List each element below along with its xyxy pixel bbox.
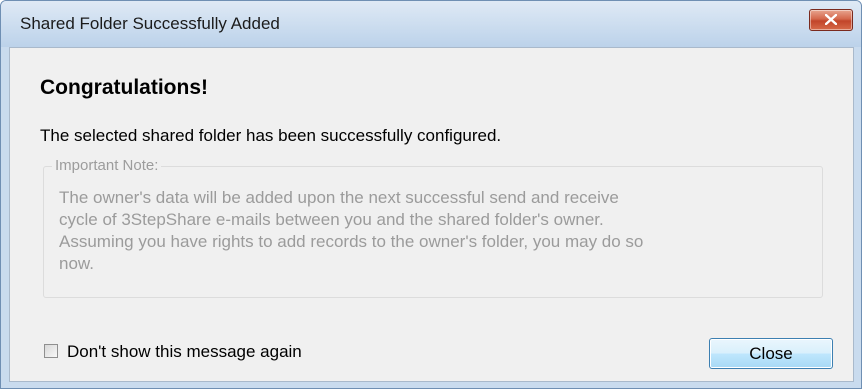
window-close-button[interactable] (809, 9, 853, 31)
note-line: cycle of 3StepShare e-mails between you … (59, 210, 604, 229)
important-note-text: The owner's data will be added upon the … (59, 187, 814, 275)
dont-show-again-label[interactable]: Don't show this message again (67, 342, 302, 362)
important-note-group: Important Note: The owner's data will be… (43, 157, 823, 298)
close-x-icon (825, 14, 837, 25)
dialog-heading: Congratulations! (40, 76, 208, 99)
dialog-content: Congratulations! The selected shared fol… (9, 47, 854, 382)
close-button[interactable]: Close (709, 338, 833, 369)
title-bar[interactable]: Shared Folder Successfully Added (1, 1, 861, 47)
important-note-label: Important Note: (52, 157, 162, 174)
window-title: Shared Folder Successfully Added (20, 14, 280, 33)
note-line: The owner's data will be added upon the … (59, 188, 619, 207)
dont-show-again-checkbox[interactable] (44, 344, 58, 358)
dialog-window: Shared Folder Successfully Added Congrat… (0, 0, 862, 389)
note-line: Assuming you have rights to add records … (59, 232, 644, 251)
note-line: now. (59, 254, 94, 273)
success-message: The selected shared folder has been succ… (40, 126, 502, 145)
